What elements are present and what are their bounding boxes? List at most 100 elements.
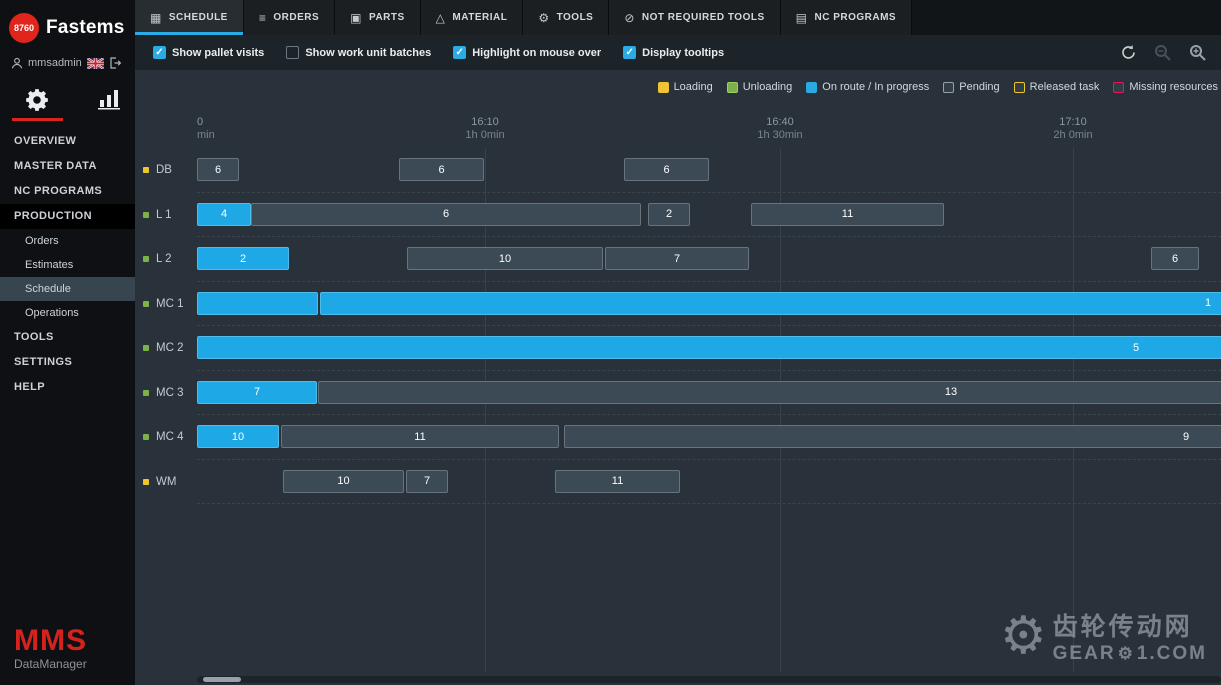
sidebar-item-nc-programs[interactable]: NC PROGRAMS: [0, 179, 135, 204]
gear-icon: [24, 87, 50, 113]
row-bars: 462 11: [197, 193, 1221, 238]
sidebar-item-orders[interactable]: Orders: [0, 229, 135, 253]
gantt-bar[interactable]: 11: [751, 203, 944, 226]
gear-icon-small: ⚙: [1118, 644, 1135, 664]
legend-swatch: [943, 82, 954, 93]
sidebar-item-schedule[interactable]: Schedule: [0, 277, 135, 301]
gantt-bar[interactable]: 2: [197, 247, 289, 270]
gantt-bar[interactable]: 13: [318, 381, 1221, 404]
tab-tools[interactable]: ⚙TOOLS: [523, 0, 609, 35]
gantt-bar[interactable]: 4: [197, 203, 251, 226]
axis-tick: 16:101h 0min: [465, 116, 504, 142]
tick-duration: 1h 0min: [465, 129, 504, 142]
gantt-bar[interactable]: 7: [406, 470, 448, 493]
row-label-text: MC 2: [156, 342, 183, 354]
row-label: L 1: [143, 193, 172, 238]
row-label: MC 4: [143, 415, 183, 460]
zoom-in-button[interactable]: [1189, 44, 1207, 62]
gantt-row-wm: WM 107 11: [135, 460, 1221, 505]
axis-tick: 16:401h 30min: [757, 116, 802, 142]
checkbox-box[interactable]: ✓: [153, 46, 166, 59]
production-section-icon[interactable]: [12, 87, 63, 121]
logout-icon[interactable]: [109, 57, 122, 69]
checkbox-box[interactable]: ✓: [453, 46, 466, 59]
row-label: WM: [143, 460, 176, 505]
tab-not-required-tools[interactable]: ⊘NOT REQUIRED TOOLS: [609, 0, 780, 35]
gantt-bar[interactable]: 2: [648, 203, 690, 226]
row-bars: 2 107 6: [197, 237, 1221, 282]
sidebar-item-estimates[interactable]: Estimates: [0, 253, 135, 277]
legend-label: Loading: [674, 81, 713, 93]
gantt-bar[interactable]: 6: [197, 158, 239, 181]
uk-flag-icon[interactable]: [87, 58, 104, 69]
checkbox-show-work-unit-batches[interactable]: Show work unit batches: [286, 46, 431, 59]
top-navigation: ▦SCHEDULE≡ORDERS▣PARTS△MATERIAL⚙TOOLS⊘NO…: [135, 0, 1221, 35]
gantt-bar[interactable]: [197, 292, 318, 315]
checkbox-highlight-on-mouse-over[interactable]: ✓Highlight on mouse over: [453, 46, 601, 59]
parts-icon: ▣: [350, 11, 362, 25]
gantt-bar[interactable]: 9: [564, 425, 1221, 448]
checkbox-box[interactable]: ✓: [623, 46, 636, 59]
gantt-bar[interactable]: 11: [281, 425, 559, 448]
reports-section-icon[interactable]: [85, 87, 136, 121]
checkbox-display-tooltips[interactable]: ✓Display tooltips: [623, 46, 724, 59]
gantt-bar[interactable]: 6: [399, 158, 484, 181]
tab-parts[interactable]: ▣PARTS: [335, 0, 421, 35]
tick-time: 17:10: [1053, 116, 1092, 129]
toolbar-actions: [1120, 44, 1221, 62]
horizontal-scrollbar[interactable]: [197, 676, 1221, 683]
sidebar-item-production[interactable]: PRODUCTION: [0, 204, 135, 229]
legend-label: Unloading: [743, 81, 793, 93]
mms-logo-text: MMS: [14, 626, 87, 656]
gantt-bar[interactable]: 6: [1151, 247, 1199, 270]
sidebar-item-tools[interactable]: TOOLS: [0, 325, 135, 350]
bar-label: 7: [254, 386, 260, 398]
sidebar-item-settings[interactable]: SETTINGS: [0, 350, 135, 375]
fastems-8760-badge: 8760: [9, 13, 39, 43]
legend-unloading: Unloading: [727, 81, 793, 93]
gantt-bar[interactable]: 10: [197, 425, 279, 448]
gantt-bar[interactable]: 11: [555, 470, 680, 493]
tab-schedule[interactable]: ▦SCHEDULE: [135, 0, 244, 35]
tab-nc-programs[interactable]: ▤NC PROGRAMS: [781, 0, 912, 35]
sidebar-item-operations[interactable]: Operations: [0, 301, 135, 325]
mms-brand: MMS DataManager: [14, 626, 87, 671]
sidebar-item-overview[interactable]: OVERVIEW: [0, 129, 135, 154]
checkbox-show-pallet-visits[interactable]: ✓Show pallet visits: [153, 46, 264, 59]
row-label-text: L 2: [156, 253, 172, 265]
tick-time: 16:10: [465, 116, 504, 129]
row-label-text: L 1: [156, 209, 172, 221]
tab-label: MATERIAL: [452, 12, 507, 23]
gantt-bar[interactable]: 10: [407, 247, 603, 270]
tab-label: NC PROGRAMS: [814, 12, 896, 23]
gantt-bar[interactable]: 10: [283, 470, 404, 493]
refresh-button[interactable]: [1120, 44, 1137, 61]
bar-label: 11: [612, 475, 623, 487]
tab-material[interactable]: △MATERIAL: [421, 0, 524, 35]
tab-orders[interactable]: ≡ORDERS: [244, 0, 335, 35]
legend-swatch: [806, 82, 817, 93]
zoom-out-button[interactable]: [1154, 44, 1172, 62]
tab-label: TOOLS: [557, 12, 594, 23]
legend-on-route-in-progress: On route / In progress: [806, 81, 929, 93]
row-bars: 1011 9: [197, 415, 1221, 460]
row-marker: [143, 479, 149, 485]
checkbox-box[interactable]: [286, 46, 299, 59]
zoom-in-icon: [1189, 44, 1207, 62]
sidebar-item-master-data[interactable]: MASTER DATA: [0, 154, 135, 179]
sidebar-item-help[interactable]: HELP: [0, 375, 135, 400]
gantt-bar[interactable]: 7: [605, 247, 749, 270]
sidebar-menu: OVERVIEWMASTER DATANC PROGRAMSPRODUCTION…: [0, 129, 135, 400]
sidebar: 8760 Fastems mmsadmin: [0, 0, 135, 685]
user-icon: [11, 57, 23, 69]
legend-swatch: [658, 82, 669, 93]
gantt-bar[interactable]: 5: [197, 336, 1221, 359]
scrollbar-thumb[interactable]: [203, 677, 241, 682]
gantt-bar[interactable]: 6: [251, 203, 641, 226]
legend-label: Missing resources: [1129, 81, 1218, 93]
gantt-bar[interactable]: 7: [197, 381, 317, 404]
bar-label: 9: [1183, 431, 1189, 443]
gantt-bar[interactable]: 6: [624, 158, 709, 181]
mms-subtitle: DataManager: [14, 657, 87, 671]
gantt-bar[interactable]: 1: [320, 292, 1221, 315]
